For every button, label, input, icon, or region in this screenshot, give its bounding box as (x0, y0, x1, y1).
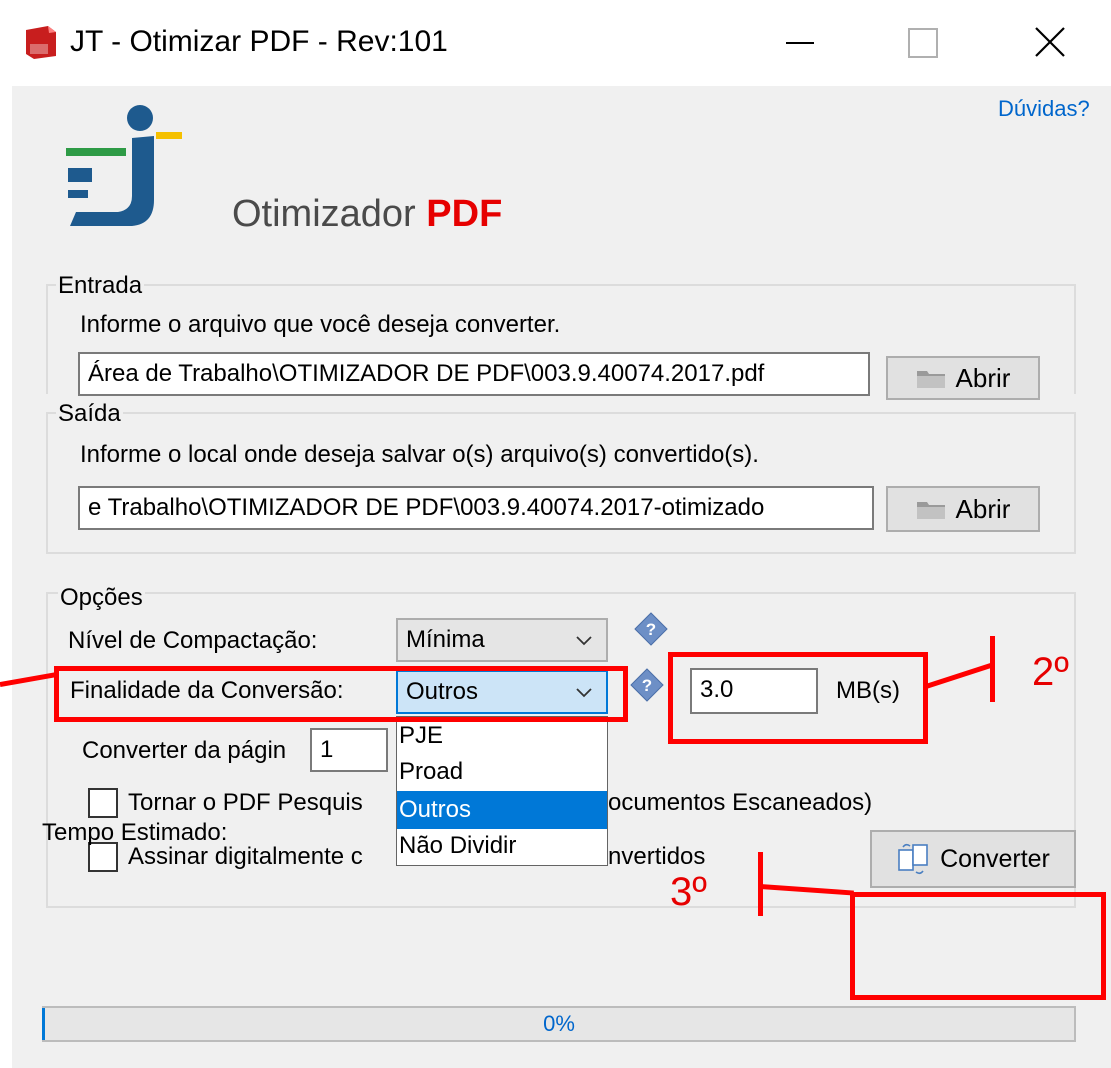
close-icon[interactable] (1020, 10, 1080, 74)
convert-icon (898, 843, 928, 875)
compaction-select[interactable]: Mínima (396, 618, 608, 662)
annotation-tick-2 (990, 636, 995, 702)
annotation-box-purpose (54, 666, 628, 722)
window-title: JT - Otimizar PDF - Rev:101 (70, 25, 448, 58)
title-bar: JT - Otimizar PDF - Rev:101 (0, 0, 1111, 86)
dropdown-option-outros[interactable]: Outros (397, 791, 607, 829)
jt-logo (66, 105, 182, 226)
compaction-value: Mínima (406, 626, 485, 653)
open-output-label: Abrir (955, 493, 1011, 524)
input-file-path[interactable]: Área de Trabalho\OTIMIZADOR DE PDF\003.9… (78, 352, 870, 396)
progress-bar: 0% (42, 1006, 1076, 1042)
dropdown-option-pje[interactable]: PJE (397, 717, 607, 755)
maximize-button[interactable] (890, 10, 950, 74)
open-output-button[interactable]: Abrir (886, 486, 1040, 532)
app-title: Otimizador PDF (232, 190, 502, 238)
compaction-label: Nível de Compactação: (68, 627, 318, 654)
progress-indicator (42, 1008, 45, 1040)
dropdown-option-proad[interactable]: Proad (397, 753, 607, 791)
annotation-label-3: 3º (670, 870, 707, 914)
convert-button-label: Converter (940, 844, 1050, 873)
app-title-pdf: PDF (426, 193, 503, 235)
dropdown-option-nao-dividir[interactable]: Não Dividir (397, 827, 607, 865)
saida-instruction: Informe o local onde deseja salvar o(s) … (80, 441, 759, 468)
estimated-time-label: Tempo Estimado: (42, 819, 228, 846)
opcoes-legend: Opções (58, 584, 145, 612)
folder-icon (916, 502, 945, 519)
annotation-box-size (668, 652, 928, 744)
page-range-label: Converter da págin (82, 737, 287, 764)
searchable-pdf-label-right: ocumentos Escaneados) (608, 789, 873, 816)
convert-button[interactable]: Converter (870, 830, 1076, 888)
page-from-input[interactable]: 1 (310, 728, 388, 772)
help-diamond-icon[interactable]: ? (630, 668, 664, 702)
output-file-path[interactable]: e Trabalho\OTIMIZADOR DE PDF\003.9.40074… (78, 486, 874, 530)
searchable-pdf-label-left: Tornar o PDF Pesquis (128, 789, 363, 816)
entrada-instruction: Informe o arquivo que você deseja conver… (80, 311, 561, 338)
help-link[interactable]: Dúvidas? (998, 96, 1090, 122)
pdf-app-icon (26, 26, 56, 59)
app-title-otimizador: Otimizador (232, 193, 416, 235)
annotation-box-convert (850, 892, 1106, 1000)
progress-text: 0% (543, 1011, 575, 1036)
saida-legend: Saída (56, 400, 123, 428)
saida-group (46, 412, 1076, 554)
minimize-button[interactable] (770, 10, 830, 74)
entrada-legend: Entrada (56, 272, 145, 300)
svg-text:?: ? (642, 676, 652, 695)
searchable-pdf-checkbox[interactable] (88, 788, 118, 818)
chevron-down-icon (576, 636, 592, 646)
open-input-button[interactable]: Abrir (886, 356, 1040, 400)
annotation-label-2: 2º (1032, 650, 1069, 694)
purpose-dropdown-list: PJE Proad Outros Não Dividir (396, 716, 608, 866)
svg-text:?: ? (646, 620, 656, 639)
open-input-label: Abrir (955, 362, 1011, 393)
folder-icon (916, 371, 945, 388)
help-diamond-icon[interactable]: ? (634, 612, 668, 646)
